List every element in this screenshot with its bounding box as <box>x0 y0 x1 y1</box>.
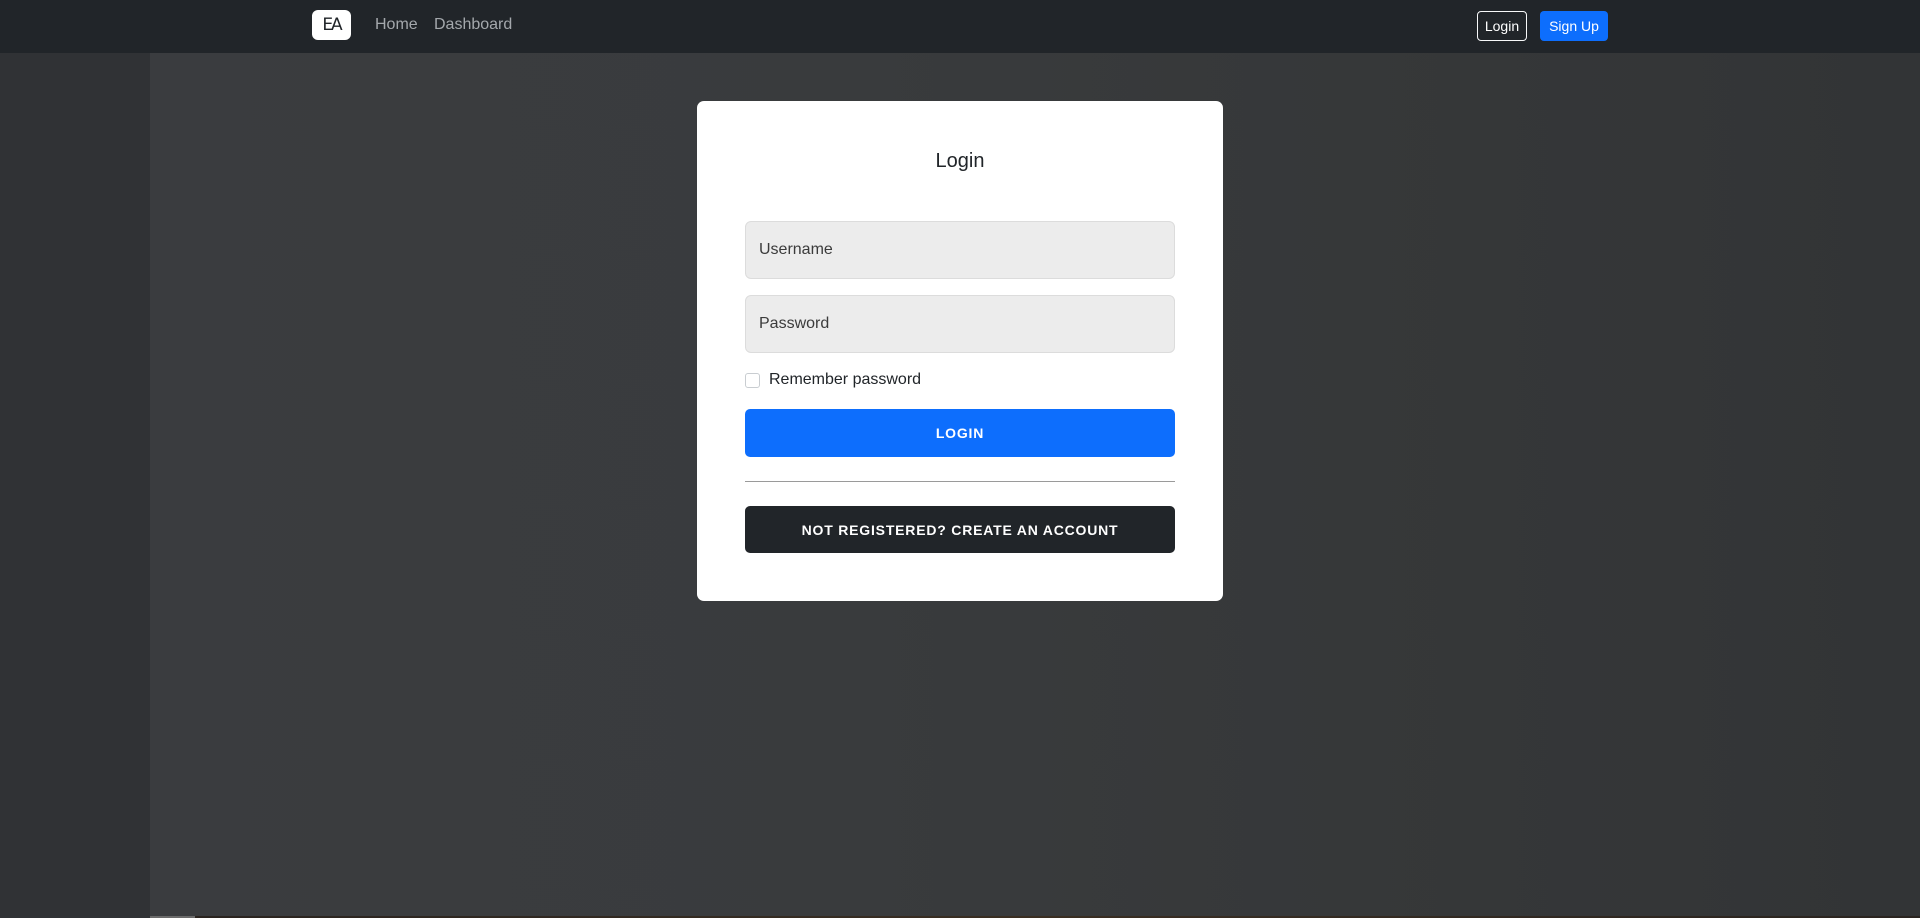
nav-link-home[interactable]: Home <box>375 16 418 34</box>
login-submit-button[interactable]: LOGIN <box>745 409 1175 457</box>
username-input[interactable] <box>745 221 1175 279</box>
nav-login-button[interactable]: Login <box>1477 11 1527 41</box>
nav-link-dashboard[interactable]: Dashboard <box>434 16 512 34</box>
create-account-button[interactable]: NOT REGISTERED? CREATE AN ACCOUNT <box>745 506 1175 553</box>
remember-password-row: Remember password <box>745 371 921 389</box>
login-card: Login Remember password LOGIN NOT REGIST… <box>697 101 1223 601</box>
top-navbar: EA Home Dashboard Login Sign Up <box>0 0 1920 53</box>
login-title: Login <box>935 150 985 172</box>
remember-password-checkbox[interactable] <box>745 372 760 388</box>
password-input[interactable] <box>745 295 1175 353</box>
background-left-strip <box>0 0 150 918</box>
nav-signup-button[interactable]: Sign Up <box>1540 11 1608 41</box>
brand-logo[interactable]: EA <box>312 10 351 40</box>
remember-password-label[interactable]: Remember password <box>769 371 921 389</box>
card-divider <box>745 481 1175 482</box>
